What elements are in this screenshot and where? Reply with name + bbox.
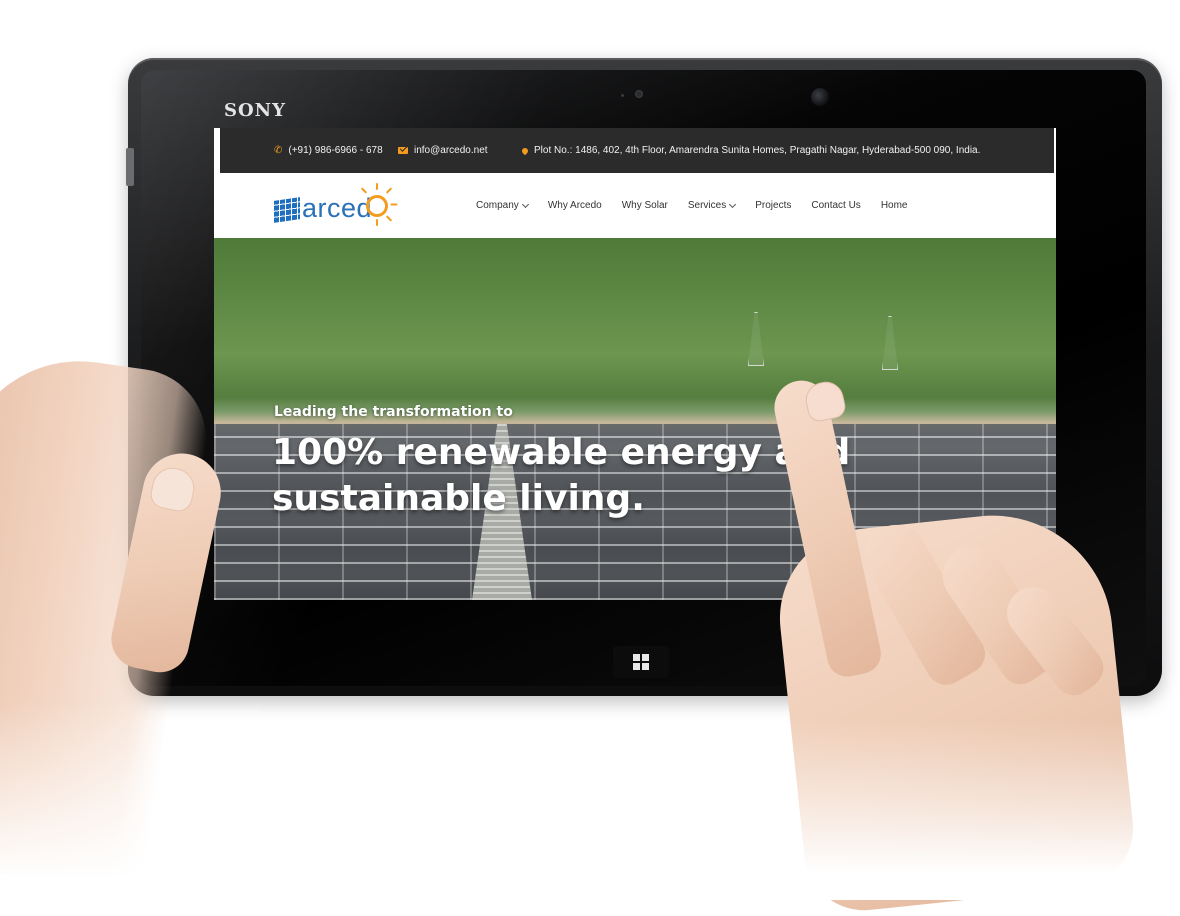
sun-ray xyxy=(390,203,398,206)
address-text: Plot No.: 1486, 402, 4th Floor, Amarendr… xyxy=(534,145,981,156)
solar-panel-icon xyxy=(274,197,300,223)
nav-item-why-solar[interactable]: Why Solar xyxy=(622,200,668,211)
nav-label: Contact Us xyxy=(811,200,861,211)
topbar-email[interactable]: info@arcedo.net xyxy=(398,145,488,156)
topbar-address: Plot No.: 1486, 402, 4th Floor, Amarendr… xyxy=(520,145,981,156)
left-hand-fade xyxy=(0,700,260,900)
hero-subtitle: Leading the transformation to xyxy=(274,404,513,420)
ambient-sensor xyxy=(621,94,624,97)
logo-text: arced xyxy=(302,193,373,223)
device-brand-logo: SONY xyxy=(224,100,286,121)
tablet-side-button[interactable] xyxy=(126,148,134,186)
main-nav: Company Why Arcedo Why Solar Services Pr… xyxy=(476,173,928,238)
sun-ray xyxy=(385,187,393,194)
nav-label: Why Solar xyxy=(621,200,668,211)
nav-item-services[interactable]: Services xyxy=(687,200,737,211)
sun-ray xyxy=(376,183,378,190)
front-sensor xyxy=(635,90,643,98)
chevron-down-icon xyxy=(521,200,529,208)
nav-label: Home xyxy=(880,200,908,211)
pylon-image xyxy=(748,312,764,366)
nav-item-why-arcedo[interactable]: Why Arcedo xyxy=(548,200,602,211)
map-pin-icon xyxy=(520,146,530,155)
hero-title: 100% renewable energy and sustainable li… xyxy=(272,432,851,519)
site-header: arced Company Why Arcedo Why Solar Servi… xyxy=(218,173,1054,238)
contact-topbar: ✆ (+91) 986-6966 - 678 info@arcedo.net P… xyxy=(220,128,1054,173)
nav-label: Why Arcedo xyxy=(547,200,602,211)
nav-label: Services xyxy=(687,200,727,211)
nav-item-projects[interactable]: Projects xyxy=(755,200,791,211)
nav-label: Projects xyxy=(755,200,792,211)
sun-ray xyxy=(385,215,393,222)
topbar-phone[interactable]: ✆ (+91) 986-6966 - 678 xyxy=(274,145,383,156)
pylon-image xyxy=(882,316,898,370)
sun-ray xyxy=(376,219,378,226)
front-camera xyxy=(811,88,829,106)
nav-item-home[interactable]: Home xyxy=(881,200,908,211)
sun-icon xyxy=(366,195,388,217)
email-address: info@arcedo.net xyxy=(414,145,488,156)
mail-icon xyxy=(398,147,408,154)
phone-number: (+91) 986-6966 - 678 xyxy=(288,145,383,156)
phone-icon: ✆ xyxy=(274,144,283,156)
nav-item-contact-us[interactable]: Contact Us xyxy=(811,200,860,211)
nav-label: Company xyxy=(476,200,519,211)
windows-home-button[interactable] xyxy=(613,646,669,678)
right-hand-fade xyxy=(760,720,1180,900)
nav-item-company[interactable]: Company xyxy=(476,200,529,211)
chevron-down-icon xyxy=(729,200,737,208)
site-logo[interactable]: arced xyxy=(274,181,404,231)
windows-logo-icon xyxy=(633,654,649,670)
